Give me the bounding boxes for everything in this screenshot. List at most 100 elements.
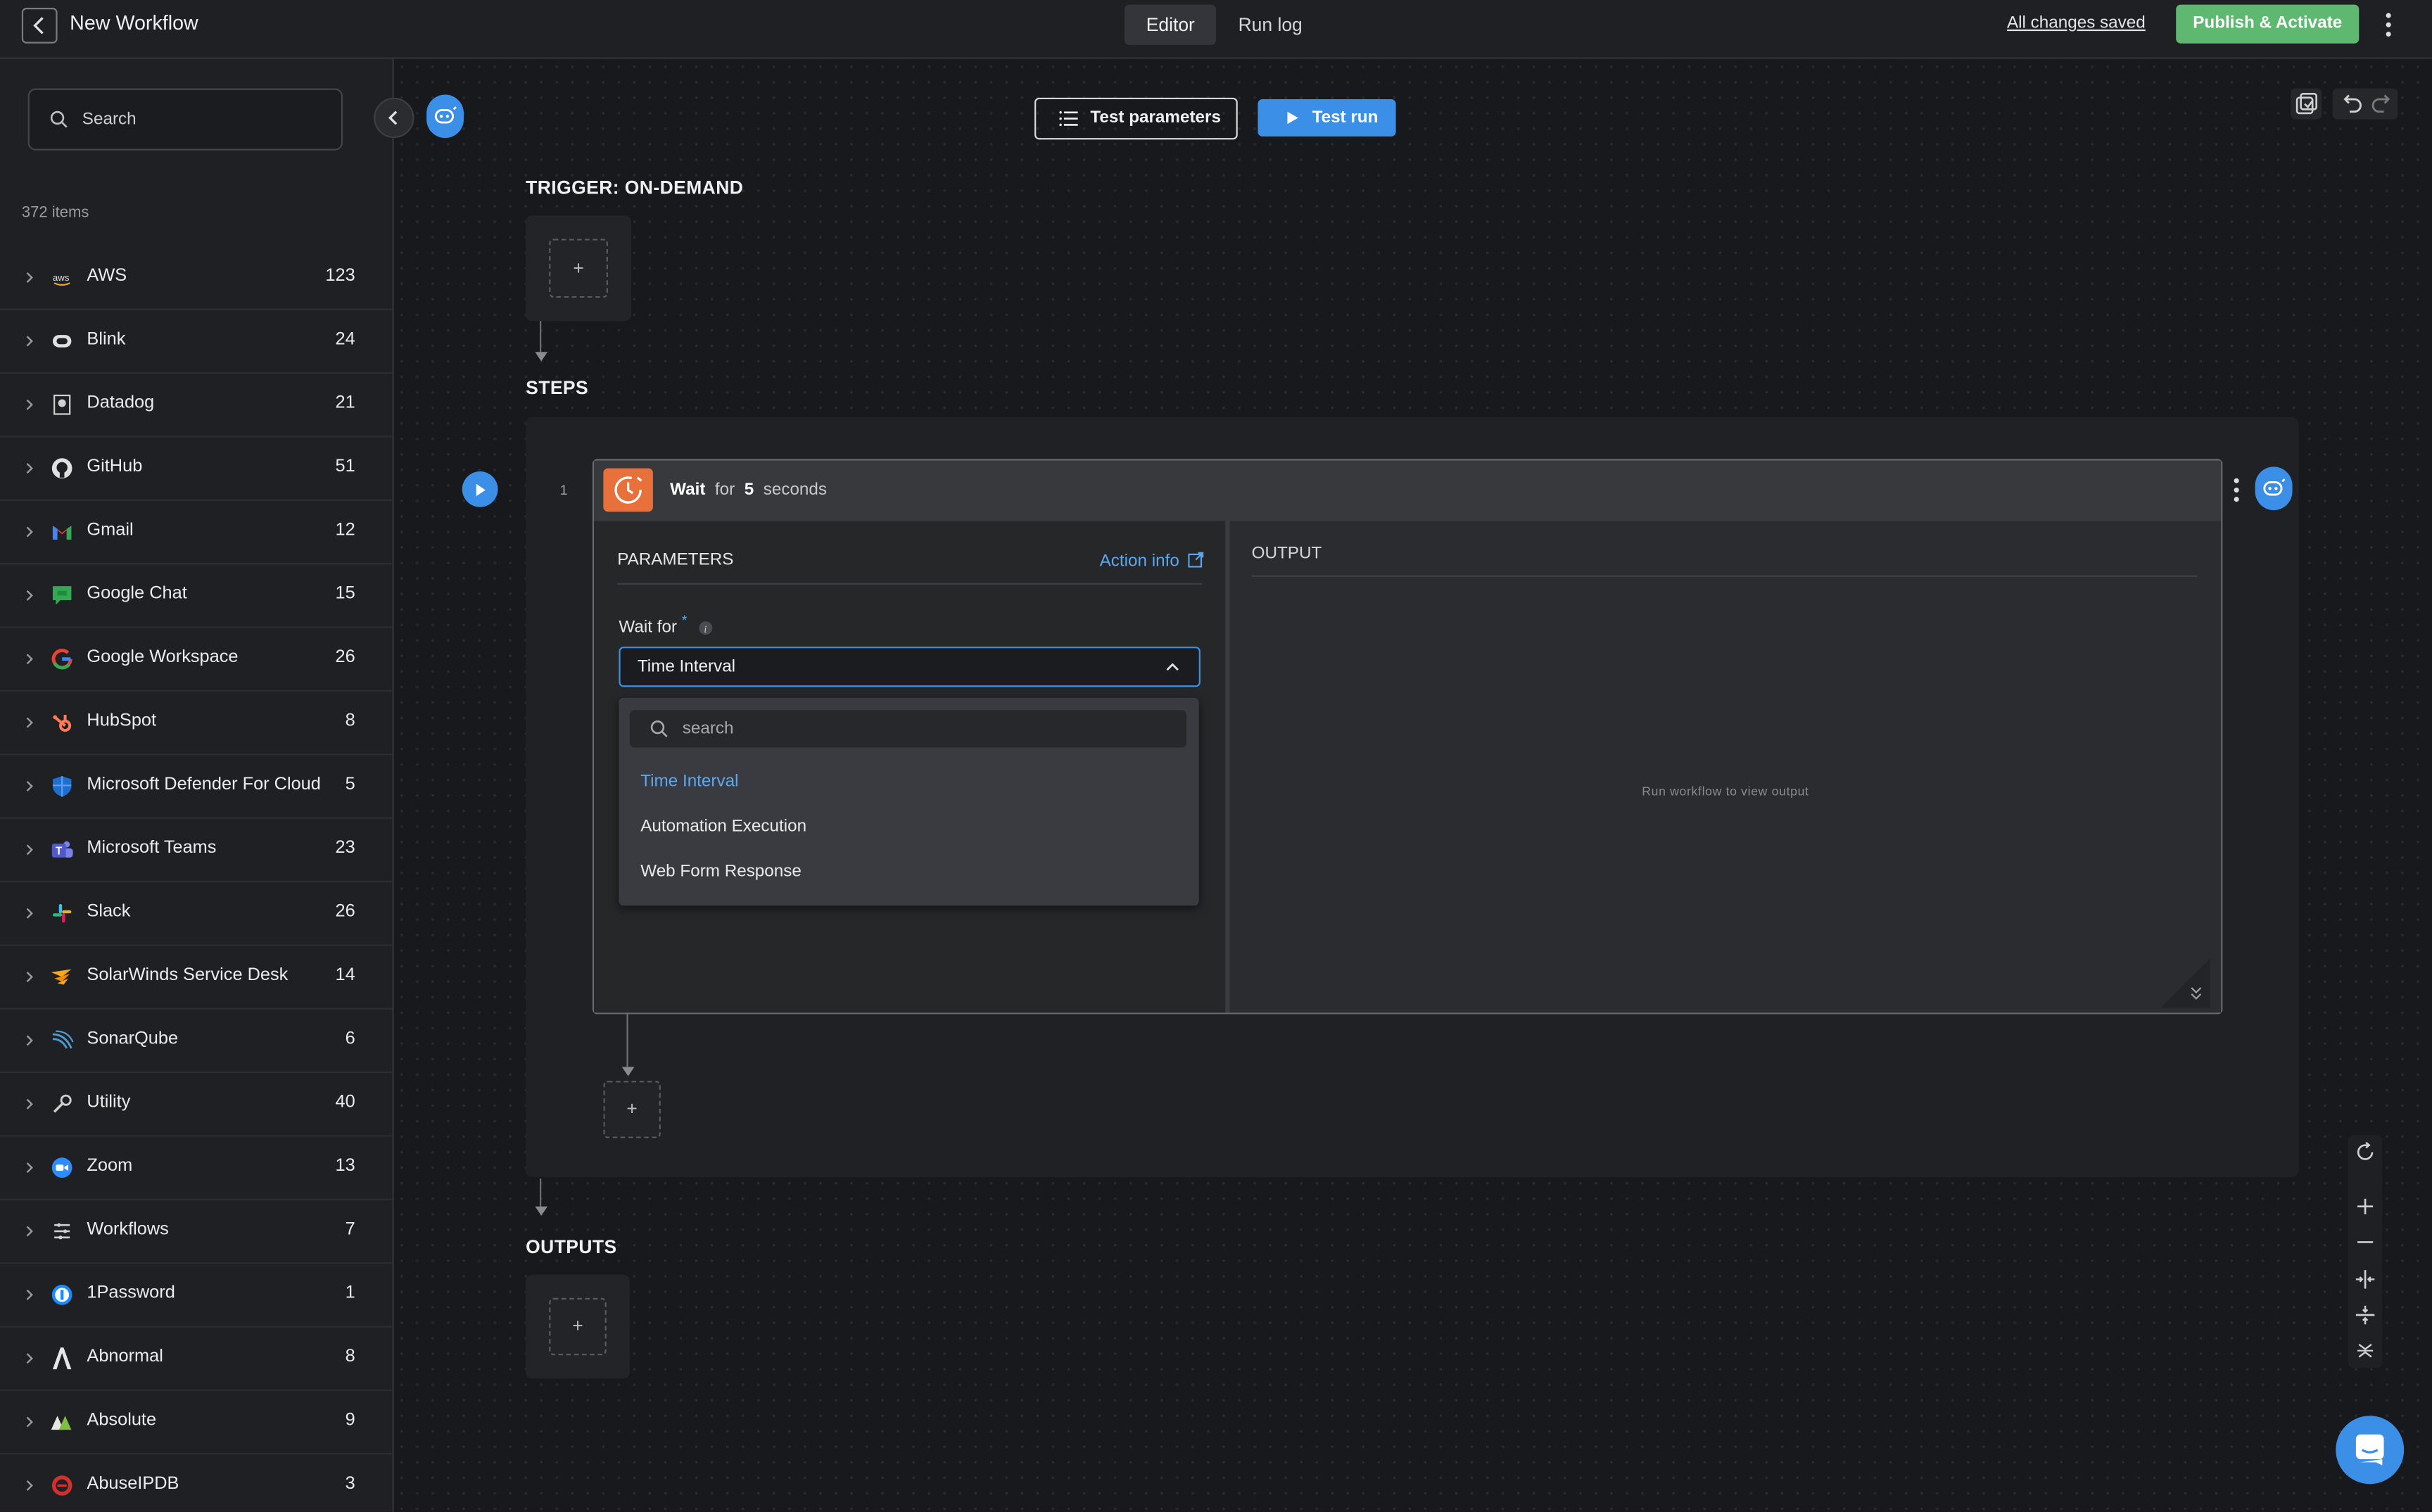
info-icon[interactable]: i xyxy=(698,620,714,635)
zoom-out-icon[interactable] xyxy=(2355,1231,2376,1253)
option-automation-execution[interactable]: Automation Execution xyxy=(640,818,806,836)
options-search-input[interactable]: search xyxy=(629,710,1187,748)
chevron-right-icon xyxy=(26,463,33,474)
sidebar-item-label: Microsoft Defender For Cloud xyxy=(87,775,321,794)
run-step-button[interactable] xyxy=(462,471,498,507)
add-trigger-button[interactable]: + xyxy=(549,239,608,298)
zoom-controls xyxy=(2348,1135,2383,1368)
reset-view-icon[interactable] xyxy=(2355,1141,2376,1163)
wrench-icon xyxy=(53,1094,72,1113)
sidebar-item-abuseipdb[interactable]: AbuseIPDB 3 xyxy=(0,1454,393,1512)
sidebar-search-input[interactable]: Search xyxy=(27,88,343,151)
chevron-right-icon xyxy=(26,1162,33,1174)
tab-editor[interactable]: Editor xyxy=(1124,4,1217,45)
sidebar-item-count: 26 xyxy=(335,902,355,922)
wait-for-options-menu: search Time Interval Automation Executio… xyxy=(619,697,1199,906)
teams-icon: T xyxy=(51,841,73,858)
sidebar-item-absolute[interactable]: Absolute 9 xyxy=(0,1391,393,1455)
workflow-title[interactable]: New Workflow xyxy=(70,11,198,34)
collapse-all-icon[interactable] xyxy=(2355,1340,2376,1361)
fit-width-icon[interactable] xyxy=(2355,1269,2376,1290)
sidebar-item-utility[interactable]: Utility 40 xyxy=(0,1073,393,1137)
connector-line xyxy=(539,321,542,352)
search-icon xyxy=(50,110,68,128)
google-chat-icon xyxy=(52,586,72,605)
option-time-interval[interactable]: Time Interval xyxy=(640,773,738,791)
step-ai-assistant-button[interactable] xyxy=(2255,466,2293,511)
zoom-icon xyxy=(51,1157,72,1178)
integration-list: aws AWS 123 Blink 24 Datadog 21 GitHub 5 xyxy=(0,246,393,1511)
sidebar-item-microsoft-defender[interactable]: Microsoft Defender For Cloud 5 xyxy=(0,755,393,819)
publish-activate-button[interactable]: Publish & Activate xyxy=(2176,4,2360,44)
parameters-heading: PARAMETERS xyxy=(617,550,734,569)
test-run-button[interactable]: Test run xyxy=(1258,99,1396,136)
blink-icon xyxy=(52,335,72,348)
chevron-right-icon xyxy=(26,1098,33,1110)
save-status-link[interactable]: All changes saved xyxy=(2007,14,2146,32)
sidebar-item-blink[interactable]: Blink 24 xyxy=(0,310,393,374)
workflows-icon xyxy=(54,1223,70,1240)
sidebar-item-aws[interactable]: aws AWS 123 xyxy=(0,246,393,310)
sidebar-item-datadog[interactable]: Datadog 21 xyxy=(0,374,393,438)
wait-for-selected-value: Time Interval xyxy=(637,657,736,676)
step-action-name: Wait xyxy=(670,481,706,500)
github-icon xyxy=(51,458,72,478)
sidebar-item-label: Absolute xyxy=(87,1411,157,1430)
redo-icon[interactable] xyxy=(2369,90,2397,118)
add-output-button[interactable]: + xyxy=(549,1297,607,1356)
sidebar-item-label: GitHub xyxy=(87,457,143,476)
slack-icon xyxy=(52,903,72,923)
sidebar-item-label: Google Workspace xyxy=(87,648,239,667)
sidebar-item-solarwinds[interactable]: SolarWinds Service Desk 14 xyxy=(0,946,393,1010)
test-parameters-button[interactable]: Test parameters xyxy=(1034,97,1238,140)
sidebar-item-google-workspace[interactable]: Google Workspace 26 xyxy=(0,628,393,692)
more-options-icon[interactable] xyxy=(2381,11,2396,39)
output-divider xyxy=(1251,575,2198,577)
google-icon xyxy=(51,649,72,670)
chevron-left-icon xyxy=(33,17,44,34)
sidebar-item-slack[interactable]: Slack 26 xyxy=(0,882,393,946)
wait-for-select[interactable]: Time Interval xyxy=(619,647,1201,687)
sidebar-item-hubspot[interactable]: HubSpot 8 xyxy=(0,692,393,756)
aws-icon: aws xyxy=(53,272,70,286)
step-number: 1 xyxy=(559,482,568,498)
defender-shield-icon xyxy=(52,776,72,797)
sidebar-item-1password[interactable]: 1Password 1 xyxy=(0,1264,393,1328)
action-info-link[interactable]: Action info xyxy=(1100,552,1205,571)
sidebar-item-gmail[interactable]: Gmail 12 xyxy=(0,501,393,565)
step-more-options-icon[interactable] xyxy=(2229,474,2244,505)
fit-height-icon[interactable] xyxy=(2355,1304,2376,1326)
step-header[interactable]: Wait for 5 seconds xyxy=(594,460,2222,521)
ai-assistant-button[interactable] xyxy=(426,94,464,139)
expand-output-button[interactable] xyxy=(2160,958,2210,1008)
add-step-button[interactable]: + xyxy=(603,1081,661,1138)
sidebar-item-label: Zoom xyxy=(87,1157,133,1176)
sidebar-item-workflows[interactable]: Workflows 7 xyxy=(0,1200,393,1264)
sidebar-item-abnormal[interactable]: Abnormal 8 xyxy=(0,1328,393,1391)
chevron-right-icon xyxy=(26,1035,33,1046)
sidebar-item-google-chat[interactable]: Google Chat 15 xyxy=(0,564,393,628)
sidebar-item-microsoft-teams[interactable]: T Microsoft Teams 23 xyxy=(0,819,393,883)
chevron-right-icon xyxy=(26,780,33,792)
validate-button[interactable] xyxy=(2291,88,2322,120)
sidebar-item-count: 13 xyxy=(335,1157,355,1176)
solarwinds-icon xyxy=(51,969,72,985)
sidebar-item-zoom[interactable]: Zoom 13 xyxy=(0,1137,393,1200)
zoom-in-icon[interactable] xyxy=(2355,1195,2376,1217)
sidebar-item-count: 3 xyxy=(345,1475,355,1494)
option-web-form-response[interactable]: Web Form Response xyxy=(640,862,802,880)
tab-run-log[interactable]: Run log xyxy=(1217,5,1324,45)
undo-icon[interactable] xyxy=(2337,90,2365,118)
svg-text:aws: aws xyxy=(53,272,70,283)
chevron-right-icon xyxy=(26,1480,33,1491)
collapse-sidebar-button[interactable] xyxy=(374,97,414,139)
sidebar-item-github[interactable]: GitHub 51 xyxy=(0,438,393,501)
support-chat-button[interactable] xyxy=(2336,1416,2405,1485)
top-bar: New Workflow Editor Run log All changes … xyxy=(0,0,2432,59)
chevron-right-icon xyxy=(26,526,33,538)
panel-divider[interactable] xyxy=(1225,521,1230,1013)
back-button[interactable] xyxy=(21,8,58,44)
robot-icon xyxy=(434,106,457,124)
sidebar-item-sonarqube[interactable]: SonarQube 6 xyxy=(0,1010,393,1074)
robot-icon xyxy=(2263,478,2286,496)
